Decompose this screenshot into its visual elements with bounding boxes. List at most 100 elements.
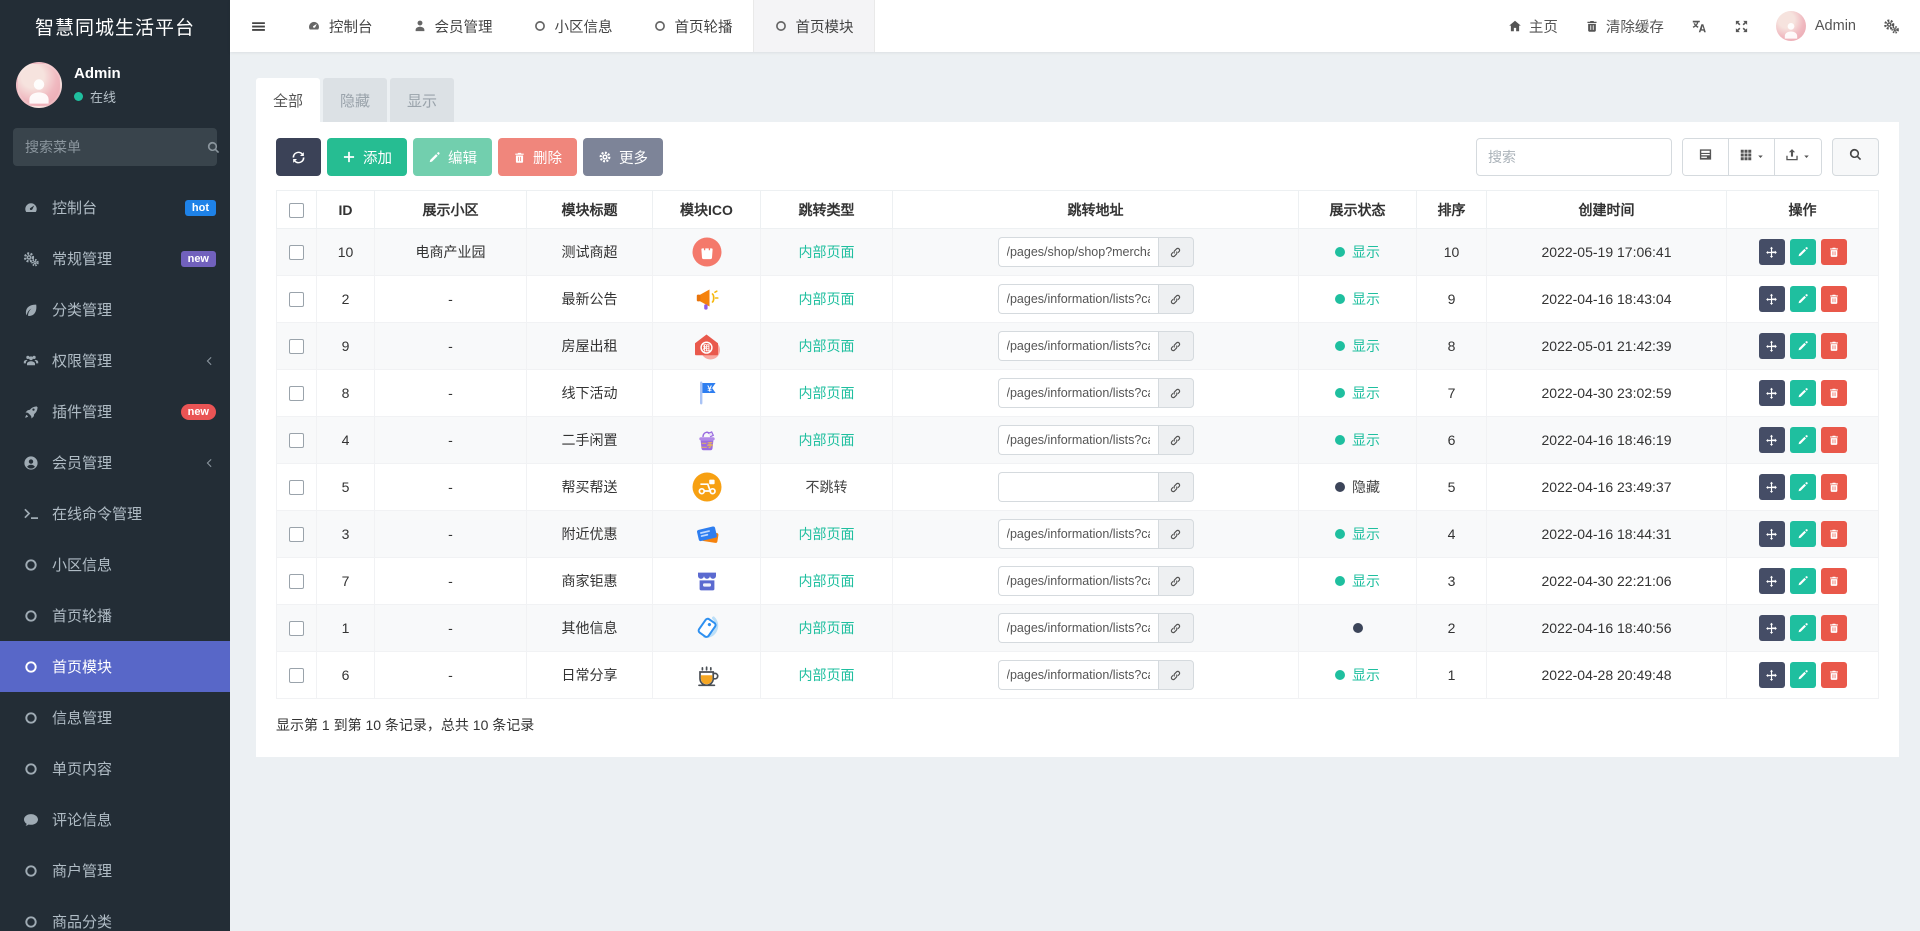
row-checkbox[interactable] (289, 433, 304, 449)
link-button[interactable] (1157, 425, 1194, 455)
sidebar-item-10[interactable]: 信息管理 (0, 692, 230, 743)
hamburger-menu-icon[interactable] (230, 18, 287, 35)
row-delete-button[interactable] (1820, 427, 1847, 453)
jump-url-input[interactable] (997, 472, 1158, 502)
row-edit-button[interactable] (1789, 239, 1816, 265)
row-delete-button[interactable] (1820, 239, 1847, 265)
move-button[interactable] (1758, 239, 1785, 265)
row-checkbox[interactable] (289, 386, 304, 402)
sidebar-search-input[interactable] (25, 139, 206, 155)
jump-url-input[interactable] (997, 566, 1158, 596)
sidebar-item-13[interactable]: 商户管理 (0, 845, 230, 896)
link-button[interactable] (1157, 472, 1194, 502)
sidebar-item-9[interactable]: 首页模块 (0, 641, 230, 692)
row-checkbox[interactable] (289, 527, 304, 543)
row-edit-button[interactable] (1789, 521, 1816, 547)
move-button[interactable] (1758, 521, 1785, 547)
row-edit-button[interactable] (1789, 286, 1816, 312)
sidebar-item-3[interactable]: 权限管理 (0, 335, 230, 386)
row-delete-button[interactable] (1820, 286, 1847, 312)
sidebar-item-1[interactable]: 常规管理 new (0, 233, 230, 284)
link-button[interactable] (1157, 566, 1194, 596)
row-checkbox[interactable] (289, 292, 304, 308)
edit-button[interactable]: 编辑 (413, 138, 492, 176)
settings-gears-icon[interactable] (1883, 18, 1899, 34)
jump-url-input[interactable] (997, 284, 1158, 314)
jump-url-input[interactable] (997, 378, 1158, 408)
fullscreen-icon[interactable] (1734, 19, 1749, 34)
link-button[interactable] (1157, 378, 1194, 408)
jump-url-input[interactable] (997, 660, 1158, 690)
row-checkbox[interactable] (289, 668, 304, 684)
row-edit-button[interactable] (1789, 662, 1816, 688)
select-all-checkbox[interactable] (289, 202, 304, 218)
row-delete-button[interactable] (1820, 333, 1847, 359)
move-button[interactable] (1758, 427, 1785, 453)
jump-url-input[interactable] (997, 331, 1158, 361)
sidebar-item-6[interactable]: 在线命令管理 (0, 488, 230, 539)
refresh-button[interactable] (276, 138, 321, 176)
move-button[interactable] (1758, 615, 1785, 641)
row-delete-button[interactable] (1820, 615, 1847, 641)
translate-icon[interactable] (1691, 18, 1707, 34)
row-checkbox[interactable] (289, 574, 304, 590)
row-delete-button[interactable] (1820, 662, 1847, 688)
jump-url-input[interactable] (997, 237, 1158, 267)
row-checkbox[interactable] (289, 480, 304, 496)
sidebar-item-2[interactable]: 分类管理 (0, 284, 230, 335)
link-button[interactable] (1157, 519, 1194, 549)
user-menu[interactable]: Admin (1775, 11, 1856, 41)
row-delete-button[interactable] (1820, 568, 1847, 594)
link-button[interactable] (1157, 660, 1194, 690)
filter-tab-2[interactable]: 显示 (390, 78, 454, 122)
move-button[interactable] (1758, 380, 1785, 406)
row-edit-button[interactable] (1789, 427, 1816, 453)
sidebar-item-11[interactable]: 单页内容 (0, 743, 230, 794)
link-button[interactable] (1157, 331, 1194, 361)
sidebar-item-7[interactable]: 小区信息 (0, 539, 230, 590)
sidebar-item-14[interactable]: 商品分类 (0, 896, 230, 931)
jump-url-input[interactable] (997, 425, 1158, 455)
row-edit-button[interactable] (1789, 615, 1816, 641)
row-checkbox[interactable] (289, 339, 304, 355)
move-button[interactable] (1758, 662, 1785, 688)
topnav-tab-3[interactable]: 首页轮播 (633, 0, 753, 52)
columns-button[interactable] (1729, 139, 1775, 175)
jump-url-input[interactable] (997, 519, 1158, 549)
topnav-tab-4[interactable]: 首页模块 (752, 0, 875, 52)
sidebar-item-5[interactable]: 会员管理 (0, 437, 230, 488)
filter-tab-0[interactable]: 全部 (256, 78, 320, 122)
add-button[interactable]: 添加 (327, 138, 407, 176)
jump-url-input[interactable] (997, 613, 1158, 643)
sidebar-item-4[interactable]: 插件管理 new (0, 386, 230, 437)
move-button[interactable] (1758, 286, 1785, 312)
row-checkbox[interactable] (289, 245, 304, 261)
search-button[interactable] (1832, 138, 1879, 176)
topnav-tab-1[interactable]: 会员管理 (393, 0, 513, 52)
row-edit-button[interactable] (1789, 333, 1816, 359)
filter-tab-1[interactable]: 隐藏 (323, 78, 387, 122)
row-edit-button[interactable] (1789, 568, 1816, 594)
row-edit-button[interactable] (1789, 380, 1816, 406)
link-button[interactable] (1157, 613, 1194, 643)
sidebar-item-12[interactable]: 评论信息 (0, 794, 230, 845)
move-button[interactable] (1758, 568, 1785, 594)
move-button[interactable] (1758, 333, 1785, 359)
row-delete-button[interactable] (1820, 474, 1847, 500)
home-link[interactable]: 主页 (1508, 16, 1558, 37)
sidebar-item-0[interactable]: 控制台 hot (0, 182, 230, 233)
export-button[interactable] (1775, 139, 1821, 175)
row-edit-button[interactable] (1789, 474, 1816, 500)
row-delete-button[interactable] (1820, 380, 1847, 406)
table-search-input[interactable] (1476, 138, 1672, 176)
sidebar-item-8[interactable]: 首页轮播 (0, 590, 230, 641)
detail-view-button[interactable] (1683, 139, 1729, 175)
topnav-tab-0[interactable]: 控制台 (287, 0, 393, 52)
link-button[interactable] (1157, 284, 1194, 314)
topnav-tab-2[interactable]: 小区信息 (513, 0, 633, 52)
more-button[interactable]: 更多 (583, 138, 663, 176)
clear-cache-link[interactable]: 清除缓存 (1585, 16, 1664, 37)
delete-button[interactable]: 删除 (498, 138, 577, 176)
row-delete-button[interactable] (1820, 521, 1847, 547)
move-button[interactable] (1758, 474, 1785, 500)
